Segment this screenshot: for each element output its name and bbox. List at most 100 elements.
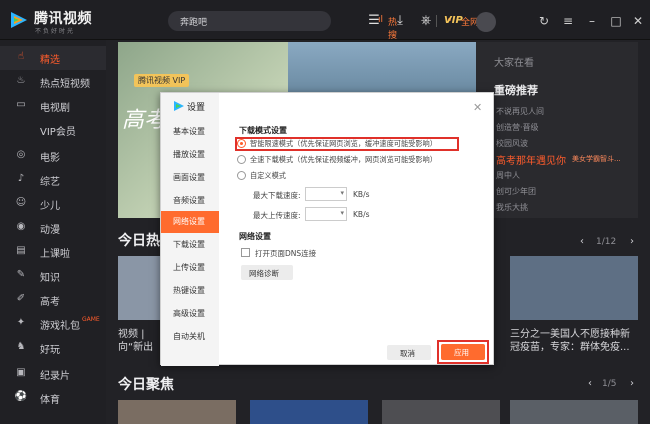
kids-icon: ☺ bbox=[15, 197, 27, 208]
max-download-input[interactable]: ▾ bbox=[305, 187, 347, 201]
sidebar-item-exam[interactable]: ✐ 高考 bbox=[0, 288, 106, 312]
cancel-button[interactable]: 取消 bbox=[387, 345, 431, 360]
sidebar-item-class[interactable]: ▤ 上课啦 bbox=[0, 240, 106, 264]
panel-item[interactable]: 校园风波 bbox=[496, 138, 528, 149]
minimize-icon[interactable]: – bbox=[583, 12, 601, 30]
dns-checkbox[interactable] bbox=[241, 248, 250, 257]
chevron-down-icon: ▾ bbox=[340, 209, 344, 217]
history-list-icon[interactable]: ☰ bbox=[363, 10, 385, 32]
sidebar-item-label: 少儿 bbox=[40, 201, 60, 212]
refresh-icon[interactable]: ↻ bbox=[535, 12, 553, 30]
sidebar-item-sports[interactable]: ⚽ 体育 bbox=[0, 386, 106, 410]
settings-nav-network[interactable]: 网络设置 bbox=[161, 211, 219, 233]
video-caption[interactable]: 视频 | bbox=[118, 328, 145, 342]
video-thumbnail[interactable] bbox=[510, 256, 638, 320]
panel-item[interactable]: 创可少年团 bbox=[496, 186, 536, 197]
top-bar: 腾讯视频 不负好时光 奔跑吧 ıl 热搜榜 ⌕ 全网搜 ☰ ⤓ ⎈ VIP ↻ … bbox=[0, 0, 650, 54]
nav-label: 网络设置 bbox=[173, 217, 205, 226]
prev-page-icon[interactable]: ‹ bbox=[588, 378, 592, 389]
sidebar-item-variety[interactable]: ♪ 综艺 bbox=[0, 168, 106, 192]
video-caption[interactable]: 三分之一美国人不愿接种新 bbox=[510, 328, 630, 342]
class-icon: ▤ bbox=[16, 245, 26, 256]
prev-page-icon[interactable]: ‹ bbox=[580, 236, 584, 247]
sidebar-item-label: 热点短视频 bbox=[40, 79, 90, 90]
tencent-video-logo-icon bbox=[11, 12, 27, 28]
sports-icon: ⚽ bbox=[14, 391, 28, 402]
settings-nav-picture[interactable]: 画面设置 bbox=[161, 167, 219, 189]
radio-label: 全速下载模式（优先保证视频缓冲，网页浏览可能受影响） bbox=[250, 155, 437, 164]
video-caption[interactable]: 冠疫苗，专家：群体免疫... bbox=[510, 341, 630, 355]
panel-item-hot[interactable]: 高考那年遇见你 bbox=[496, 152, 566, 167]
close-icon[interactable]: ✕ bbox=[629, 12, 647, 30]
video-thumbnail[interactable] bbox=[510, 400, 638, 424]
today-hot-pager: 1/12 bbox=[596, 237, 617, 247]
panel-item[interactable]: 我乐大挑 bbox=[496, 202, 528, 213]
radio-button[interactable] bbox=[237, 155, 246, 164]
sidebar-item-anime[interactable]: ◉ 动漫 bbox=[0, 216, 106, 240]
video-caption[interactable]: 向“新出 bbox=[118, 341, 153, 355]
settings-nav-hotkeys[interactable]: 热键设置 bbox=[161, 280, 219, 302]
sidebar-item-label: 体育 bbox=[40, 395, 60, 406]
maximize-icon[interactable]: □ bbox=[607, 12, 625, 30]
sidebar-item-vip[interactable]: VIP会员 bbox=[0, 118, 106, 142]
dialog-close-icon[interactable]: ✕ bbox=[473, 101, 482, 114]
video-thumbnail[interactable] bbox=[382, 400, 500, 424]
fire-icon: ♨ bbox=[16, 75, 26, 86]
game-tag: GAME bbox=[82, 316, 100, 323]
panel-item[interactable]: 不说再见人间 bbox=[496, 106, 544, 117]
network-settings-title: 网络设置 bbox=[239, 232, 271, 241]
settings-nav-download[interactable]: 下载设置 bbox=[161, 234, 219, 256]
thumbs-up-icon: ☝ bbox=[17, 51, 25, 62]
settings-nav-audio[interactable]: 音频设置 bbox=[161, 190, 219, 212]
sidebar-item-hot-shorts[interactable]: ♨ 热点短视频 bbox=[0, 70, 106, 94]
user-avatar[interactable] bbox=[476, 12, 496, 32]
sidebar-item-knowledge[interactable]: ✎ 知识 bbox=[0, 264, 106, 288]
exam-icon: ✐ bbox=[16, 293, 26, 304]
sidebar-item-label: 动漫 bbox=[40, 225, 60, 236]
video-thumbnail[interactable] bbox=[250, 400, 368, 424]
settings-nav-advanced[interactable]: 高级设置 bbox=[161, 303, 219, 325]
radio-button[interactable] bbox=[237, 139, 246, 148]
max-upload-input[interactable]: ▾ bbox=[305, 207, 347, 221]
settings-nav-auto-shutdown[interactable]: 自动关机 bbox=[161, 326, 219, 348]
radio-button[interactable] bbox=[237, 171, 246, 180]
panel-item[interactable]: 周中人 bbox=[496, 170, 520, 181]
game-controller-icon[interactable]: ⎈ bbox=[415, 10, 437, 32]
panel-header: 大家在看 bbox=[494, 58, 534, 69]
sidebar-item-fun[interactable]: ♞ 好玩 bbox=[0, 336, 106, 360]
settings-nav-playback[interactable]: 播放设置 bbox=[161, 144, 219, 166]
radio-label: 自定义模式 bbox=[250, 171, 286, 180]
search-input[interactable]: 奔跑吧 bbox=[180, 15, 207, 28]
sidebar-item-label: 好玩 bbox=[40, 345, 60, 356]
panel-item[interactable]: 创造营·晋级 bbox=[496, 122, 539, 133]
sidebar-item-label: VIP会员 bbox=[40, 127, 76, 138]
download-icon[interactable]: ⤓ bbox=[389, 10, 411, 32]
nav-label: 基本设置 bbox=[173, 127, 205, 136]
settings-nav-basic[interactable]: 基本设置 bbox=[161, 121, 219, 143]
panel-item-hot-sub: 美女学霸智斗... bbox=[572, 155, 621, 163]
sidebar-item-game-gift[interactable]: ✦ 游戏礼包 GAME bbox=[0, 312, 106, 336]
max-download-label: 最大下载速度: bbox=[253, 191, 301, 200]
settings-nav-upload[interactable]: 上传设置 bbox=[161, 257, 219, 279]
search-bar[interactable]: 奔跑吧 ıl 热搜榜 ⌕ 全网搜 bbox=[168, 11, 488, 54]
sidebar-item-featured[interactable]: ☝ 精选 bbox=[0, 46, 106, 70]
next-page-icon[interactable]: › bbox=[630, 378, 634, 389]
sidebar-item-documentary[interactable]: ▣ 纪录片 bbox=[0, 362, 106, 386]
sidebar-item-label: 电影 bbox=[40, 153, 60, 164]
network-diagnose-button[interactable]: 网络诊断 bbox=[241, 265, 293, 280]
max-upload-label: 最大上传速度: bbox=[253, 211, 301, 220]
next-page-icon[interactable]: › bbox=[630, 236, 634, 247]
apply-button[interactable]: 应用 bbox=[441, 344, 485, 360]
app-logo[interactable]: 腾讯视频 不负好时光 bbox=[8, 7, 108, 35]
menu-icon[interactable]: ≡ bbox=[559, 12, 577, 30]
sidebar-item-kids[interactable]: ☺ 少儿 bbox=[0, 192, 106, 216]
sidebar-item-label: 上课啦 bbox=[40, 249, 70, 260]
nav-label: 上传设置 bbox=[173, 263, 205, 272]
sidebar-item-movie[interactable]: ◎ 电影 bbox=[0, 144, 106, 168]
video-thumbnail[interactable] bbox=[118, 400, 236, 424]
sidebar-item-tv[interactable]: ▭ 电视剧 bbox=[0, 94, 106, 118]
app-name: 腾讯视频 bbox=[34, 11, 92, 27]
vip-button[interactable]: VIP bbox=[444, 15, 463, 26]
nav-label: 热键设置 bbox=[173, 286, 205, 295]
tencent-video-logo-icon bbox=[174, 101, 184, 111]
